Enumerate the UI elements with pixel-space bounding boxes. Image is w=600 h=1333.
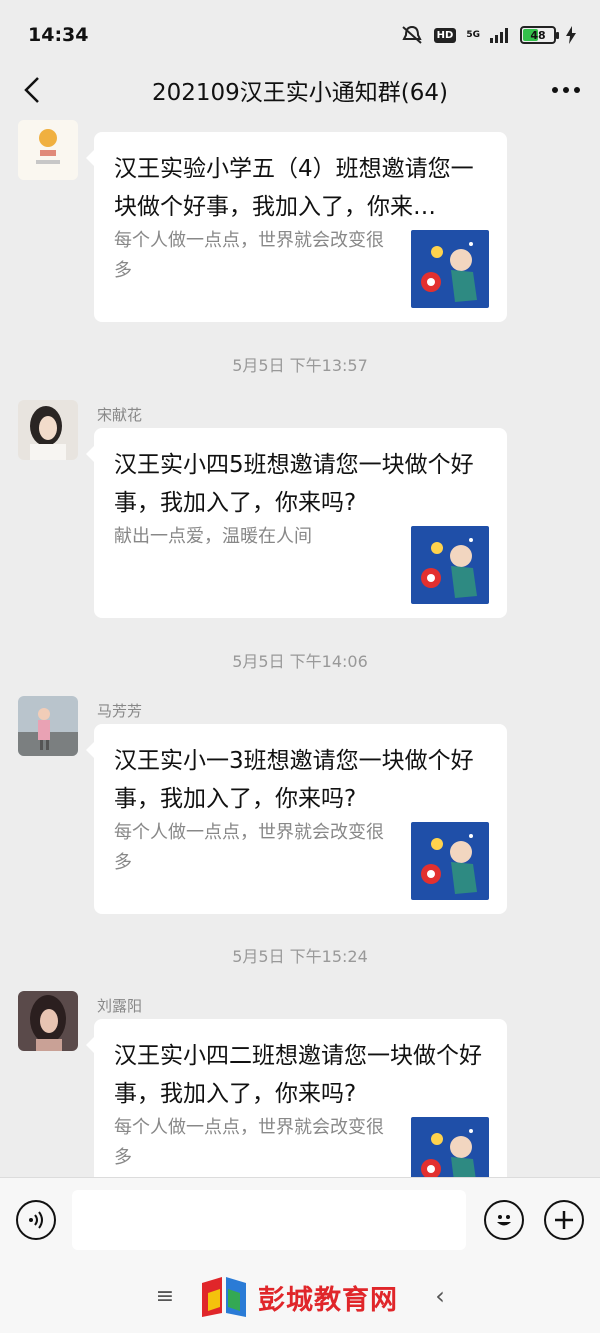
card-title: 汉王实小四二班想邀请您一块做个好事，我加入了，你来吗?	[114, 1043, 482, 1107]
network-label: 5G	[466, 29, 480, 40]
mute-icon	[400, 25, 424, 45]
watermark-text: 彭城教育网	[258, 1284, 398, 1316]
more-icon	[552, 87, 580, 93]
voice-button[interactable]	[16, 1200, 56, 1240]
card-thumbnail-image	[411, 230, 489, 308]
emoji-button[interactable]	[484, 1200, 524, 1240]
plus-icon	[555, 1211, 573, 1229]
share-card[interactable]: 汉王实小一3班想邀请您一块做个好事，我加入了，你来吗? 每个人做一点点，世界就会…	[86, 724, 507, 914]
card-title: 汉王实验小学五（4）班想邀请您一块做个好事，我加入了，你来…	[114, 156, 474, 220]
status-bar: 14:34 HD 5G 48	[0, 0, 600, 70]
network-indicator: 5G	[466, 29, 480, 40]
avatar[interactable]	[18, 120, 78, 180]
card-description: 每个人做一点点，世界就会改变很多	[114, 822, 384, 873]
watermark-logo	[202, 1277, 246, 1317]
more-button[interactable]	[546, 72, 586, 108]
card-description: 每个人做一点点，世界就会改变很多	[114, 230, 384, 281]
nav-bar: 202109汉王实小通知群(64)	[0, 70, 600, 110]
input-bar	[0, 1177, 600, 1259]
signal-icon	[490, 27, 510, 43]
avatar[interactable]	[18, 696, 78, 756]
timestamp: 5月5日 下午15:24	[232, 947, 368, 966]
sender-name: 刘露阳	[97, 997, 143, 1015]
status-icons: HD 5G 48	[400, 25, 576, 45]
battery-icon: 48	[520, 26, 559, 44]
share-card[interactable]: 汉王实小四5班想邀请您一块做个好事，我加入了，你来吗? 献出一点爱，温暖在人间	[86, 428, 507, 618]
chat-title: 202109汉王实小通知群(64)	[151, 80, 448, 106]
share-card[interactable]: 汉王实验小学五（4）班想邀请您一块做个好事，我加入了，你来… 每个人做一点点，世…	[86, 132, 507, 322]
card-thumbnail-image	[411, 526, 489, 604]
sender-name: 宋献花	[97, 406, 143, 424]
sender-name: 马芳芳	[97, 702, 143, 720]
watermark: 彭城教育网	[198, 1273, 398, 1321]
chat-area[interactable]: 汉王实验小学五（4）班想邀请您一块做个好事，我加入了，你来… 每个人做一点点，世…	[0, 112, 600, 1177]
message-input[interactable]	[72, 1190, 466, 1250]
share-card[interactable]: 汉王实小四二班想邀请您一块做个好事，我加入了，你来吗? 每个人做一点点，世界就会…	[86, 1019, 507, 1177]
battery-level: 48	[530, 28, 546, 42]
voice-icon	[29, 1211, 43, 1229]
avatar[interactable]	[18, 400, 78, 460]
more-actions-button[interactable]	[544, 1200, 584, 1240]
timestamp: 5月5日 下午14:06	[232, 652, 368, 671]
avatar[interactable]	[18, 991, 78, 1051]
chevron-left-icon	[24, 77, 39, 103]
status-time: 14:34	[28, 24, 89, 46]
timestamp: 5月5日 下午13:57	[232, 356, 368, 375]
hd-badge: HD	[433, 27, 457, 43]
back-button[interactable]	[14, 72, 50, 108]
card-description: 献出一点爱，温暖在人间	[114, 526, 312, 547]
charging-icon	[566, 26, 576, 44]
card-thumbnail-image	[411, 822, 489, 900]
card-description: 每个人做一点点，世界就会改变很多	[114, 1117, 384, 1168]
back-key-icon[interactable]: ‹	[425, 1281, 455, 1311]
emoji-icon	[497, 1215, 511, 1226]
menu-key-icon[interactable]: ≡	[150, 1281, 180, 1311]
card-title: 汉王实小四5班想邀请您一块做个好事，我加入了，你来吗?	[114, 452, 474, 516]
system-nav-bar: ≡ 彭城教育网 ‹	[0, 1259, 600, 1333]
card-thumbnail-image	[411, 1117, 489, 1177]
card-title: 汉王实小一3班想邀请您一块做个好事，我加入了，你来吗?	[114, 748, 474, 812]
